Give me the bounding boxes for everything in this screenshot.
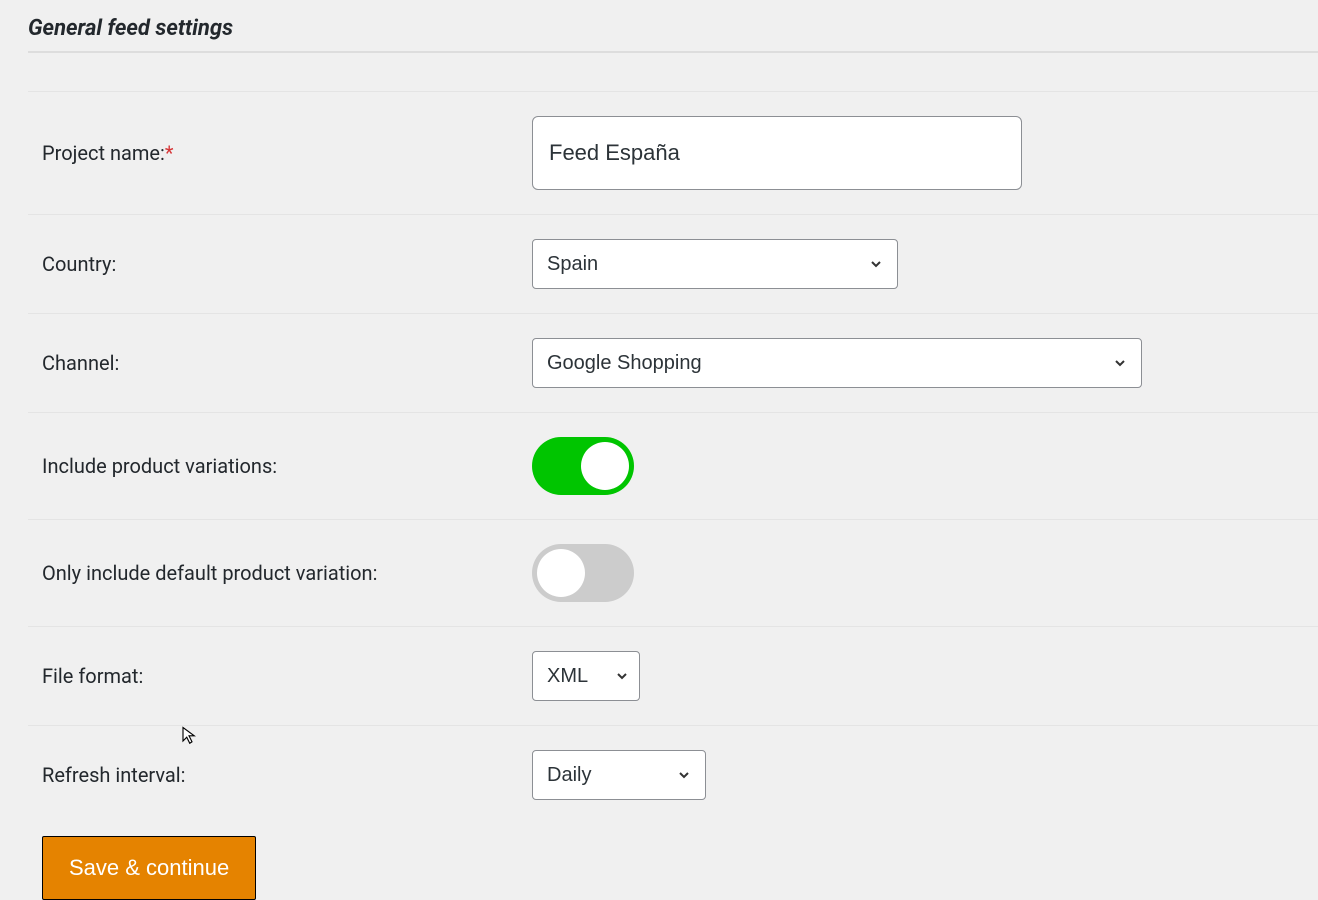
country-select[interactable]: Spain bbox=[532, 239, 898, 289]
label-country: Country: bbox=[42, 252, 532, 276]
section-title: General feed settings bbox=[28, 16, 1318, 53]
row-only-default-variation: Only include default product variation: bbox=[28, 520, 1318, 627]
row-channel: Channel: Google Shopping bbox=[28, 314, 1318, 413]
label-channel: Channel: bbox=[42, 351, 532, 375]
file-format-select[interactable]: XML bbox=[532, 651, 640, 701]
toggle-knob bbox=[537, 549, 585, 597]
row-file-format: File format: XML bbox=[28, 627, 1318, 726]
label-file-format: File format: bbox=[42, 664, 532, 688]
row-save: Save & continue bbox=[28, 824, 1318, 900]
row-project-name: Project name:* bbox=[28, 91, 1318, 215]
refresh-interval-select[interactable]: Daily bbox=[532, 750, 706, 800]
toggle-knob bbox=[581, 442, 629, 490]
project-name-input[interactable] bbox=[532, 116, 1022, 190]
include-variations-toggle[interactable] bbox=[532, 437, 634, 495]
row-refresh-interval: Refresh interval: Daily bbox=[28, 726, 1318, 824]
channel-select[interactable]: Google Shopping bbox=[532, 338, 1142, 388]
settings-form: Project name:* Country: Spain Channel: G… bbox=[28, 91, 1318, 900]
label-include-variations: Include product variations: bbox=[42, 454, 532, 478]
row-country: Country: Spain bbox=[28, 215, 1318, 314]
label-refresh-interval: Refresh interval: bbox=[42, 763, 532, 787]
row-include-variations: Include product variations: bbox=[28, 413, 1318, 520]
save-continue-button[interactable]: Save & continue bbox=[42, 836, 256, 900]
label-project-name: Project name:* bbox=[42, 141, 532, 165]
label-project-name-text: Project name: bbox=[42, 141, 165, 165]
required-asterisk: * bbox=[165, 141, 174, 165]
label-only-default-variation: Only include default product variation: bbox=[42, 561, 532, 585]
only-default-variation-toggle[interactable] bbox=[532, 544, 634, 602]
